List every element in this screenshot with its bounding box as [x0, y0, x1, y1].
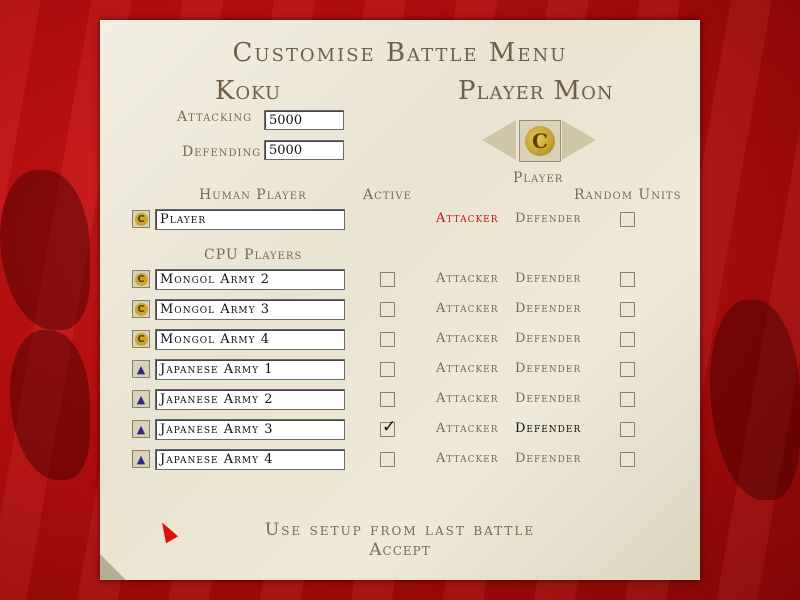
active-checkbox[interactable]: ✓	[380, 417, 396, 437]
active-header: Active	[363, 187, 412, 203]
random-units-checkbox[interactable]	[620, 392, 635, 407]
active-checkbox[interactable]	[380, 332, 395, 347]
cpu-player-name-field[interactable]: Japanese Army 2	[155, 389, 345, 410]
cpu-player-name-field[interactable]: Japanese Army 3	[155, 419, 345, 440]
japanese-mon-icon[interactable]: ▲	[132, 360, 150, 378]
attacker-option[interactable]: Attacker	[436, 391, 499, 406]
random-units-checkbox[interactable]	[620, 212, 635, 227]
menu-title: Customise Battle Menu	[232, 38, 568, 68]
cpu-player-row: C Mongol Army 4 Attacker Defender	[100, 329, 700, 351]
japanese-mon-icon[interactable]: ▲	[132, 420, 150, 438]
use-last-setup-button[interactable]: Use setup from last battle	[100, 520, 700, 540]
attacker-option[interactable]: Attacker	[436, 211, 499, 226]
random-units-checkbox[interactable]	[620, 272, 635, 287]
attacker-option[interactable]: Attacker	[436, 421, 499, 436]
human-player-row: C Player Attacker Defender	[100, 209, 700, 231]
attacking-koku-field[interactable]: 5000	[264, 110, 344, 130]
defending-koku-field[interactable]: 5000	[264, 140, 344, 160]
random-units-checkbox[interactable]	[620, 362, 635, 377]
human-player-header: Human Player	[199, 187, 307, 203]
random-units-header: Random Units	[574, 187, 682, 203]
mongol-mon-icon[interactable]: C	[132, 210, 150, 228]
human-player-name-field[interactable]: Player	[155, 209, 345, 230]
defender-option[interactable]: Defender	[515, 421, 581, 436]
random-units-checkbox[interactable]	[620, 332, 635, 347]
cpu-player-row: ▲ Japanese Army 4 Attacker Defender	[100, 449, 700, 471]
mongol-mon-icon[interactable]: C	[132, 300, 150, 318]
random-units-checkbox[interactable]	[620, 452, 635, 467]
attacker-option[interactable]: Attacker	[436, 331, 499, 346]
defender-option[interactable]: Defender	[515, 391, 581, 406]
cpu-player-name-field[interactable]: Mongol Army 2	[155, 269, 345, 290]
active-checkbox[interactable]	[380, 302, 395, 317]
cpu-player-row: ▲ Japanese Army 1 Attacker Defender	[100, 359, 700, 381]
checkmark-icon: ✓	[382, 417, 397, 437]
cpu-player-row: C Mongol Army 2 Attacker Defender	[100, 269, 700, 291]
mongol-mon-icon[interactable]: C	[132, 270, 150, 288]
active-checkbox[interactable]	[380, 362, 395, 377]
random-units-checkbox[interactable]	[620, 422, 635, 437]
active-checkbox[interactable]	[380, 452, 395, 467]
japanese-mon-icon[interactable]: ▲	[132, 450, 150, 468]
cpu-player-name-field[interactable]: Japanese Army 1	[155, 359, 345, 380]
cpu-player-name-field[interactable]: Mongol Army 4	[155, 329, 345, 350]
cpu-player-row: ▲ Japanese Army 3 ✓ Attacker Defender	[100, 417, 700, 441]
defender-option[interactable]: Defender	[515, 451, 581, 466]
defender-option[interactable]: Defender	[515, 361, 581, 376]
mongol-mon-icon: C	[525, 126, 555, 156]
defender-option[interactable]: Defender	[515, 331, 581, 346]
attacker-option[interactable]: Attacker	[436, 451, 499, 466]
random-units-checkbox[interactable]	[620, 302, 635, 317]
defender-option[interactable]: Defender	[515, 211, 581, 226]
cpu-players-header: CPU Players	[204, 247, 303, 263]
mon-next-arrow-icon[interactable]	[562, 120, 596, 160]
defending-label: Defending	[182, 144, 262, 160]
koku-title: Koku	[215, 76, 282, 106]
player-header: Player	[513, 170, 564, 186]
page-curl-corner	[100, 554, 126, 580]
accept-button[interactable]: Accept	[100, 540, 700, 560]
attacker-option[interactable]: Attacker	[436, 361, 499, 376]
japanese-mon-icon[interactable]: ▲	[132, 390, 150, 408]
defender-option[interactable]: Defender	[515, 271, 581, 286]
battle-menu-panel: Customise Battle Menu Koku Player Mon At…	[100, 20, 700, 580]
active-checkbox[interactable]	[380, 272, 395, 287]
mongol-mon-icon[interactable]: C	[132, 330, 150, 348]
cpu-player-row: ▲ Japanese Army 2 Attacker Defender	[100, 389, 700, 411]
player-mon-selector[interactable]: C	[519, 120, 561, 162]
attacker-option[interactable]: Attacker	[436, 271, 499, 286]
cpu-player-row: C Mongol Army 3 Attacker Defender	[100, 299, 700, 321]
active-checkbox[interactable]	[380, 392, 395, 407]
attacker-option[interactable]: Attacker	[436, 301, 499, 316]
defender-option[interactable]: Defender	[515, 301, 581, 316]
attacking-label: Attacking	[177, 109, 253, 125]
mon-prev-arrow-icon[interactable]	[482, 120, 516, 160]
player-mon-title: Player Mon	[458, 76, 614, 106]
cpu-player-name-field[interactable]: Mongol Army 3	[155, 299, 345, 320]
cpu-player-name-field[interactable]: Japanese Army 4	[155, 449, 345, 470]
